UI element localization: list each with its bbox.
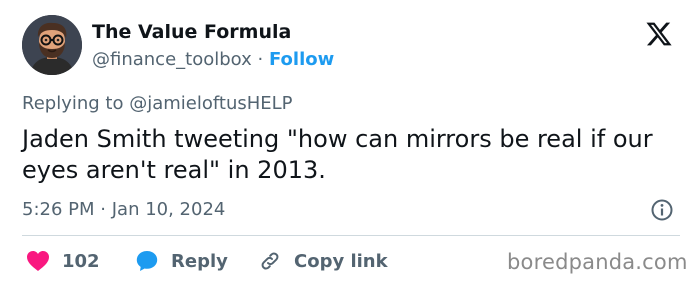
info-icon[interactable] bbox=[650, 198, 674, 222]
author-display-name[interactable]: The Value Formula bbox=[92, 21, 291, 43]
author-avatar[interactable] bbox=[22, 15, 82, 75]
speech-bubble-icon bbox=[136, 251, 158, 271]
like-count: 102 bbox=[62, 250, 100, 272]
reply-context-prefix: Replying to bbox=[22, 93, 124, 114]
x-logo-icon[interactable] bbox=[644, 20, 674, 48]
tweet-time: 5:26 PM bbox=[22, 199, 95, 220]
tweet-date: Jan 10, 2024 bbox=[111, 199, 226, 220]
like-button[interactable]: 102 bbox=[26, 248, 100, 274]
tweet-timestamp[interactable]: 5:26 PM · Jan 10, 2024 bbox=[22, 199, 225, 220]
timestamp-separator: · bbox=[100, 199, 106, 220]
reply-button[interactable]: Reply bbox=[135, 248, 228, 274]
reply-mention-link[interactable]: @jamieloftusHELP bbox=[129, 93, 292, 114]
heart-icon bbox=[27, 251, 49, 271]
copy-link-label: Copy link bbox=[294, 250, 388, 272]
reply-context: Replying to @jamieloftusHELP bbox=[22, 93, 293, 114]
tweet-text: Jaden Smith tweeting "how can mirrors be… bbox=[22, 125, 653, 184]
author-handle-row: @finance_toolbox · Follow bbox=[92, 49, 334, 70]
copy-link-button[interactable]: Copy link bbox=[258, 248, 388, 274]
reply-label: Reply bbox=[171, 250, 228, 272]
author-handle[interactable]: @finance_toolbox bbox=[92, 49, 252, 70]
bearded-man-with-glasses-avatar-icon bbox=[22, 15, 82, 75]
follow-button[interactable]: Follow bbox=[269, 49, 334, 70]
actions-divider bbox=[22, 235, 680, 236]
link-icon bbox=[261, 252, 279, 270]
tweet-card: The Value Formula @finance_toolbox · Fol… bbox=[0, 0, 700, 287]
watermark: boredpanda.com bbox=[507, 250, 688, 274]
handle-separator: · bbox=[257, 49, 264, 70]
